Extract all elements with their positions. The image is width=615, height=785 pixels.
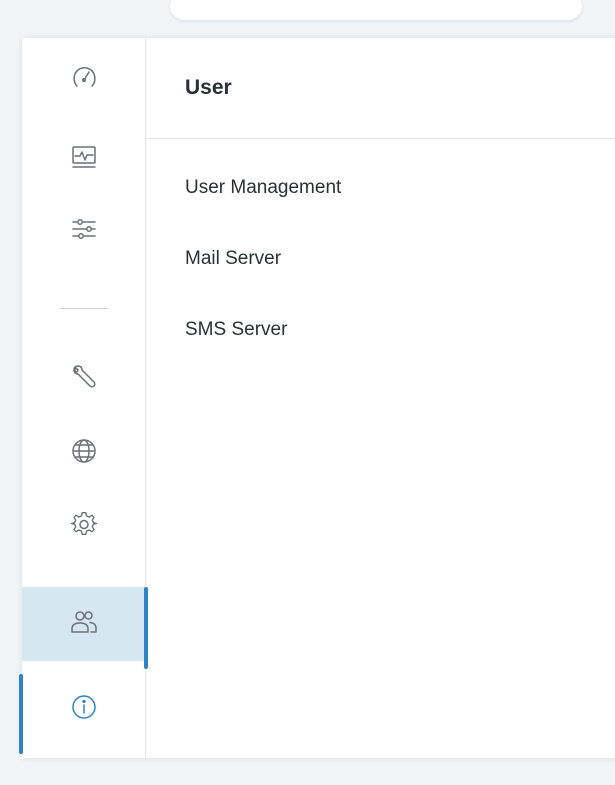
info-icon [69,692,99,726]
menu-item-mail-server[interactable]: Mail Server [147,246,615,317]
rail-item-dashboard[interactable] [22,42,146,116]
monitor-pulse-icon [69,142,99,176]
submenu: User Management Mail Server SMS Server [147,139,615,388]
rail-item-user[interactable] [22,587,148,669]
rail-item-network[interactable] [22,416,146,490]
rail-item-tools[interactable] [22,341,146,415]
menu-item-sms-server[interactable]: SMS Server [147,317,615,388]
icon-rail [19,38,148,758]
rail-item-monitoring[interactable] [22,122,146,196]
rail-divider [60,308,108,309]
users-icon [69,607,99,641]
wrench-icon [69,361,99,395]
gear-icon [69,510,99,544]
speedometer-icon [69,62,99,96]
rail-item-system[interactable] [22,490,146,564]
rail-item-settings[interactable] [22,194,146,268]
content-header: User [147,38,615,139]
sliders-icon [69,214,99,248]
rail-item-about[interactable] [19,672,146,754]
settings-panel: User User Management Mail Server SMS Ser… [19,38,615,758]
menu-item-user-management[interactable]: User Management [147,175,615,246]
page-title: User [185,76,232,99]
background-search-bar [170,0,582,20]
content-area: User User Management Mail Server SMS Ser… [147,38,615,758]
globe-icon [69,436,99,470]
